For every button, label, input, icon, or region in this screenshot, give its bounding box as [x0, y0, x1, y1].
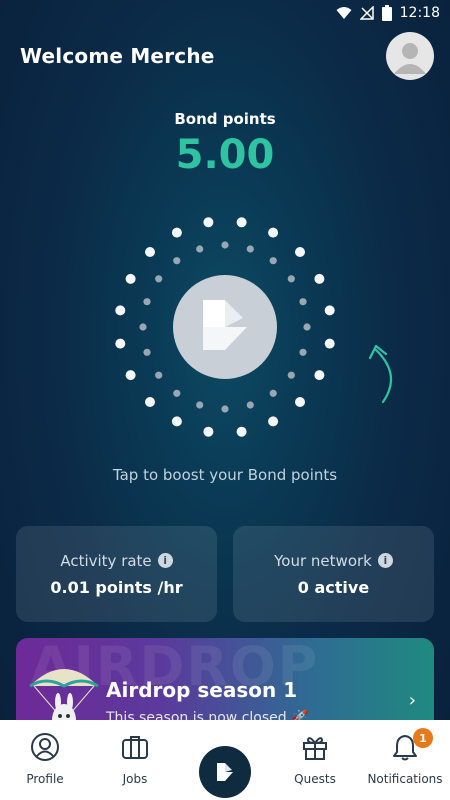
- user-icon: [394, 43, 426, 74]
- profile-icon: [31, 733, 59, 761]
- nav-profile-label: Profile: [26, 772, 64, 786]
- bottom-nav: Profile Jobs Quests 1 Notifications: [0, 720, 450, 800]
- gift-icon: [303, 737, 327, 760]
- bond-points-value: 5.00: [175, 132, 275, 178]
- ring-dot: [155, 371, 163, 379]
- ring-dot: [295, 247, 305, 257]
- briefcase-icon: [122, 736, 148, 759]
- ring-dot: [287, 275, 295, 283]
- ring-dot: [196, 245, 204, 253]
- info-icon[interactable]: i: [377, 553, 393, 568]
- bond-logo-icon: [217, 763, 233, 781]
- ring-dot: [299, 348, 307, 356]
- ring-dot: [145, 397, 155, 407]
- nav-notifications-label: Notifications: [367, 772, 443, 786]
- ring-dot: [221, 405, 229, 413]
- network-label: Your network: [274, 551, 372, 570]
- ring-dot: [143, 348, 151, 356]
- ring-dot: [125, 370, 136, 381]
- nav-home[interactable]: [181, 720, 269, 798]
- wifi-icon: [336, 7, 352, 19]
- dot-ring: [115, 217, 393, 437]
- ring-dot: [268, 416, 279, 427]
- ring-dot: [173, 257, 181, 265]
- no-signal-icon: [359, 6, 374, 20]
- ring-dot: [143, 298, 151, 306]
- ring-dot: [269, 257, 277, 265]
- ring-dot: [196, 401, 204, 409]
- battery-icon: [381, 5, 392, 21]
- nav-jobs-label: Jobs: [122, 772, 148, 786]
- ring-dot: [236, 217, 247, 228]
- ring-dot: [145, 247, 155, 257]
- airdrop-title: Airdrop season 1: [106, 678, 298, 702]
- ring-dot: [125, 273, 136, 284]
- activity-rate-card[interactable]: Activity rate i 0.01 points /hr: [16, 526, 217, 622]
- nav-profile[interactable]: Profile: [1, 720, 89, 786]
- avatar[interactable]: [386, 32, 434, 80]
- boost-hint: Tap to boost your Bond points: [112, 466, 338, 484]
- status-time: 12:18: [399, 5, 440, 21]
- ring-dot: [115, 305, 126, 316]
- ring-dot: [246, 401, 254, 409]
- ring-dot: [303, 323, 311, 331]
- ring-dot: [221, 241, 229, 249]
- status-bar: 12:18: [0, 0, 450, 26]
- activity-rate-label: Activity rate: [60, 551, 152, 570]
- ring-dot: [324, 305, 335, 316]
- nav-jobs[interactable]: Jobs: [91, 720, 179, 786]
- ring-dot: [314, 370, 325, 381]
- ring-dot: [203, 217, 214, 228]
- ring-dot: [268, 227, 279, 238]
- header: Welcome Merche: [20, 32, 434, 80]
- network-card[interactable]: Your network i 0 active: [233, 526, 434, 622]
- ring-dot: [324, 338, 335, 349]
- boost-area[interactable]: [0, 200, 450, 450]
- info-icon[interactable]: i: [157, 553, 173, 568]
- ring-dot: [269, 389, 277, 397]
- nav-quests[interactable]: Quests: [271, 720, 359, 786]
- ring-dot: [173, 389, 181, 397]
- network-title: Your network i: [274, 552, 393, 570]
- home-button[interactable]: [199, 746, 251, 798]
- swipe-arrow-icon: [374, 348, 393, 404]
- welcome-title: Welcome Merche: [20, 44, 215, 68]
- activity-rate-title: Activity rate i: [60, 551, 173, 570]
- ring-dot: [155, 275, 163, 283]
- ring-dot: [171, 416, 182, 427]
- ring-dot: [314, 273, 325, 284]
- ring-dot: [299, 298, 307, 306]
- notification-badge: 1: [413, 728, 433, 748]
- nav-quests-label: Quests: [294, 772, 336, 786]
- nav-notifications[interactable]: 1 Notifications: [361, 720, 449, 786]
- ring-dot: [287, 371, 295, 379]
- network-value: 0 active: [297, 577, 370, 597]
- ring-dot: [295, 397, 305, 407]
- chevron-right-icon[interactable]: ›: [409, 690, 416, 711]
- ring-dot: [171, 227, 182, 238]
- ring-dot: [139, 323, 147, 331]
- activity-rate-value: 0.01 points /hr: [50, 577, 183, 597]
- ring-dot: [236, 426, 247, 437]
- ring-dot: [203, 426, 214, 437]
- bond-points-label: Bond points: [174, 110, 276, 128]
- ring-dot: [115, 338, 126, 349]
- ring-dot: [246, 245, 254, 253]
